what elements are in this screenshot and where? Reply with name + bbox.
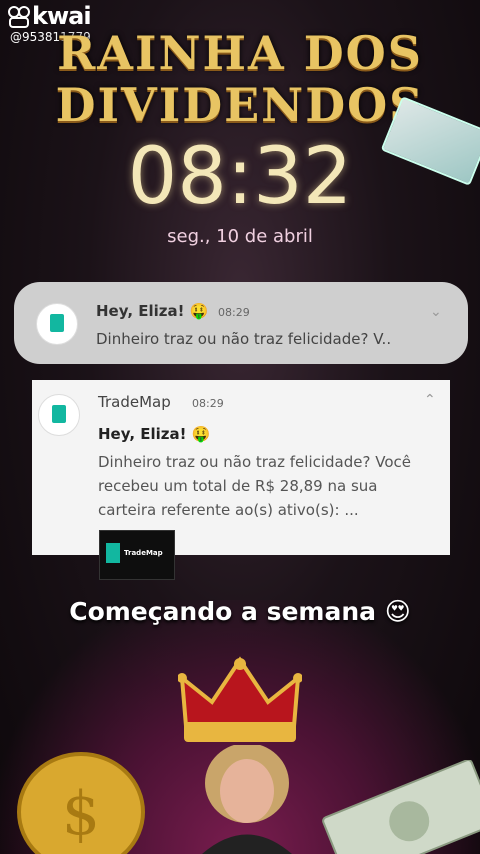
notification-time: 08:29: [192, 397, 224, 410]
notification-preview: Dinheiro traz ou não traz felicidade? V.…: [96, 330, 392, 348]
lockscreen-clock: 08:32: [127, 132, 353, 222]
thumbnail-label: TradeMap: [124, 549, 163, 557]
notification-body: Dinheiro traz ou não traz felicidade? Vo…: [98, 453, 411, 519]
lockscreen-date: seg., 10 de abril: [167, 226, 313, 247]
svg-text:$: $: [62, 779, 100, 849]
trademap-app-icon: [38, 394, 80, 436]
notification-expanded[interactable]: TradeMap 08:29 ⌃ Hey, Eliza! 🤑 Dinheiro …: [32, 380, 450, 555]
kwai-logo-icon: [8, 6, 30, 28]
chevron-up-icon[interactable]: ⌃: [424, 392, 436, 408]
trademap-thumbnail[interactable]: TradeMap: [99, 530, 175, 580]
chevron-down-icon[interactable]: ⌄: [430, 304, 442, 320]
dollar-bill-decoration: [322, 760, 480, 854]
notification-title: Hey, Eliza! 🤑: [96, 302, 209, 320]
notification-time: 08:29: [218, 306, 250, 319]
notification-app-name: TradeMap: [98, 393, 171, 411]
gold-coin-icon: $: [17, 752, 145, 854]
notification-collapsed[interactable]: Hey, Eliza! 🤑 08:29 Dinheiro traz ou não…: [14, 282, 468, 364]
trademap-app-icon: [36, 303, 78, 345]
person-photo: [202, 745, 292, 854]
crown-icon: [178, 656, 302, 742]
title-line-1: RAINHA DOS: [57, 26, 423, 80]
notification-title: Hey, Eliza! 🤑: [98, 425, 211, 443]
video-caption: Começando a semana 😍: [69, 597, 411, 626]
